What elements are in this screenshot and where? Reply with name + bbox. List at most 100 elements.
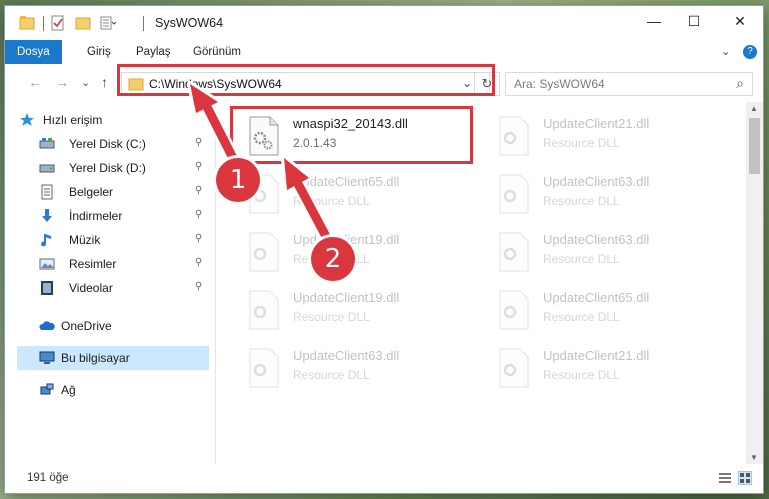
status-bar: 191 öğe	[5, 464, 763, 493]
dll-file-icon	[249, 290, 279, 330]
dll-file-icon	[499, 116, 529, 156]
file-highlight-box	[230, 106, 473, 164]
pin-icon: ⚲	[195, 281, 203, 292]
sidebar-item-label: Müzik	[69, 233, 101, 247]
help-icon[interactable]: ?	[743, 45, 757, 59]
file-name: UpdateClient21.dll	[543, 116, 650, 131]
sidebar-item-label: Yerel Disk (D:)	[69, 161, 146, 175]
computer-icon	[39, 351, 55, 364]
sidebar-item-downloads[interactable]: İndirmeler ⚲	[5, 204, 209, 228]
pin-icon: ⚲	[195, 209, 203, 220]
file-item[interactable]: UpdateClient21.dll Resource DLL	[486, 342, 716, 394]
forward-button[interactable]: →	[55, 74, 69, 90]
customize-toolbar-icon[interactable]	[100, 15, 116, 31]
sidebar-item-documents[interactable]: Belgeler ⚲	[5, 180, 209, 204]
drive-icon	[39, 138, 55, 149]
item-count: 191 öğe	[27, 472, 69, 484]
dll-file-icon	[499, 290, 529, 330]
new-folder-icon[interactable]	[75, 15, 91, 31]
documents-icon	[41, 184, 53, 200]
close-button[interactable]: ✕	[717, 6, 763, 36]
file-name: UpdateClient21.dll	[543, 348, 650, 363]
sidebar-item-label: Yerel Disk (C:)	[69, 137, 146, 151]
file-name: UpdateClient63.dll	[543, 174, 650, 189]
scroll-up-icon[interactable]: ▲	[750, 104, 758, 113]
title-separator	[143, 16, 144, 31]
sidebar-item-label: OneDrive	[61, 319, 112, 333]
file-type: Resource DLL	[293, 368, 370, 382]
properties-icon[interactable]	[50, 15, 66, 31]
dll-file-icon	[499, 232, 529, 272]
dll-file-icon	[499, 348, 529, 388]
network-icon	[40, 383, 54, 395]
file-type: Resource DLL	[293, 310, 370, 324]
pictures-icon	[39, 258, 55, 270]
pin-icon: ⚲	[195, 161, 203, 172]
recent-locations-button[interactable]: ⌄	[81, 76, 90, 89]
file-name: UpdateClient65.dll	[543, 290, 650, 305]
tab-view[interactable]: Görünüm	[193, 40, 241, 64]
sidebar-item-label: İndirmeler	[69, 209, 123, 223]
sidebar-item-label: Belgeler	[69, 185, 114, 199]
file-name: UpdateClient63.dll	[543, 232, 650, 247]
sidebar-item-local-disk-d[interactable]: Yerel Disk (D:) ⚲	[5, 156, 209, 180]
sidebar-item-label: Hızlı erişim	[43, 113, 103, 127]
download-icon	[42, 209, 52, 222]
file-type: Resource DLL	[543, 136, 620, 150]
file-item[interactable]: UpdateClient63.dll Resource DLL	[486, 226, 716, 278]
dll-file-icon	[249, 348, 279, 388]
scrollbar-thumb[interactable]	[749, 118, 760, 174]
large-icons-view-icon[interactable]	[738, 471, 752, 485]
tab-share[interactable]: Paylaş	[136, 40, 171, 64]
sidebar-item-quick-access[interactable]: Hızlı erişim	[5, 108, 209, 132]
file-name: UpdateClient65.dll	[293, 174, 400, 189]
file-item[interactable]: UpdateClient63.dll Resource DLL	[236, 342, 466, 394]
sidebar-item-label: Resimler	[69, 257, 117, 271]
file-type: Resource DLL	[543, 368, 620, 382]
sidebar-item-label: Videolar	[69, 281, 113, 295]
address-highlight-box	[117, 64, 495, 96]
title-separator	[43, 16, 44, 31]
step-badge-2: 2	[311, 237, 355, 281]
file-name: UpdateClient63.dll	[293, 348, 400, 363]
search-input[interactable]: Ara: SysWOW64 ⌕	[505, 72, 753, 96]
tab-home[interactable]: Giriş	[87, 40, 111, 64]
window-title: SysWOW64	[155, 16, 224, 30]
sidebar-item-videos[interactable]: Videolar ⚲	[5, 276, 209, 300]
scroll-down-icon[interactable]: ▼	[750, 453, 758, 462]
file-item[interactable]: UpdateClient65.dll Resource DLL	[236, 168, 466, 220]
file-item[interactable]: UpdateClient63.dll Resource DLL	[486, 168, 716, 220]
cloud-icon	[39, 321, 55, 330]
sidebar-item-pictures[interactable]: Resimler ⚲	[5, 252, 209, 276]
search-placeholder: Ara: SysWOW64	[514, 77, 605, 91]
sidebar-item-network[interactable]: Ağ	[5, 378, 209, 402]
dll-file-icon	[499, 174, 529, 214]
sidebar-item-music[interactable]: Müzik ⚲	[5, 228, 209, 252]
file-type: Resource DLL	[543, 252, 620, 266]
star-icon	[20, 113, 34, 126]
search-icon: ⌕	[736, 75, 744, 91]
pin-icon: ⚲	[195, 137, 203, 148]
details-view-icon[interactable]	[718, 471, 732, 485]
sidebar-item-local-disk-c[interactable]: Yerel Disk (C:) ⚲	[5, 132, 209, 156]
file-item[interactable]: UpdateClient19.dll Resource DLL	[236, 284, 466, 336]
sidebar-item-onedrive[interactable]: OneDrive	[5, 314, 209, 338]
pin-icon: ⚲	[195, 233, 203, 244]
sidebar-item-this-pc[interactable]: Bu bilgisayar	[17, 346, 209, 370]
vertical-scrollbar[interactable]: ▲ ▼	[746, 102, 763, 464]
music-icon	[41, 234, 51, 247]
file-type: Resource DLL	[543, 310, 620, 324]
navigation-pane: Hızlı erişim Yerel Disk (C:) ⚲ Yerel Dis…	[5, 102, 212, 464]
drive-icon	[39, 164, 55, 173]
step-badge-1: 1	[216, 158, 260, 202]
title-bar: SysWOW64 — ☐ ✕	[5, 6, 763, 40]
pin-icon: ⚲	[195, 185, 203, 196]
file-item[interactable]: UpdateClient65.dll Resource DLL	[486, 284, 716, 336]
videos-icon	[41, 281, 53, 295]
back-button[interactable]: ←	[28, 74, 42, 90]
expand-ribbon-icon[interactable]: ⌄	[721, 40, 731, 64]
up-button[interactable]: ↑	[101, 74, 108, 90]
maximize-button[interactable]: ☐	[671, 6, 717, 36]
tab-file[interactable]: Dosya	[5, 40, 62, 64]
file-item[interactable]: UpdateClient21.dll Resource DLL	[486, 110, 716, 162]
